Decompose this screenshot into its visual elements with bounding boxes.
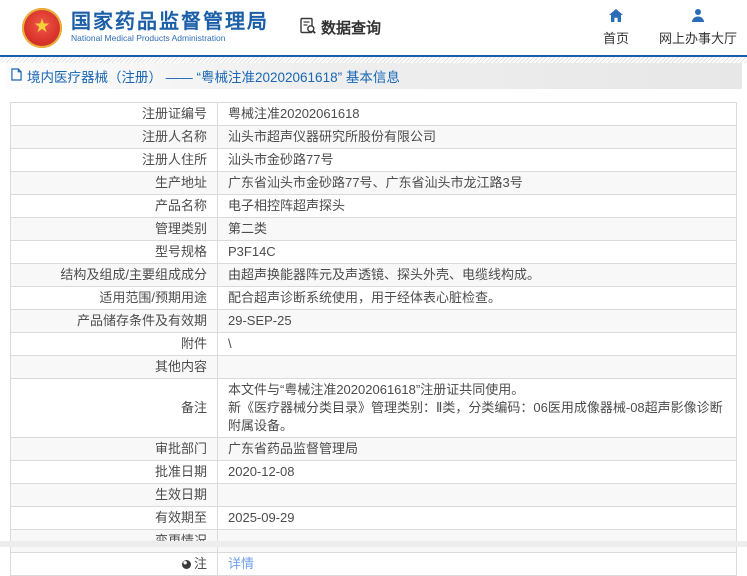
row-label: 注册人住所 (11, 149, 218, 172)
row-label: 注册人名称 (11, 126, 218, 149)
row-label: 产品名称 (11, 195, 218, 218)
row-value: 配合超声诊断系统使用，用于经体表心脏检查。 (218, 287, 737, 310)
row-value (218, 356, 737, 379)
row-label: 适用范围/预期用途 (11, 287, 218, 310)
table-row: 审批部门广东省药品监督管理局 (11, 438, 737, 461)
row-label: 注册证编号 (11, 103, 218, 126)
table-row: 批准日期2020-12-08 (11, 461, 737, 484)
row-value: 详情 (218, 553, 737, 576)
data-query-button[interactable]: 数据查询 (299, 17, 381, 39)
table-row: 备注本文件与“粤械注准20202061618”注册证共同使用。 新《医疗器械分类… (11, 379, 737, 438)
row-label: 附件 (11, 333, 218, 356)
doc-search-icon (299, 17, 317, 39)
row-value: 广东省药品监督管理局 (218, 438, 737, 461)
table-row: 型号规格P3F14C (11, 241, 737, 264)
nmpa-logo: ★ (22, 8, 62, 48)
row-label: 产品储存条件及有效期 (11, 310, 218, 333)
table-row: 生产地址广东省汕头市金砂路77号、广东省汕头市龙江路3号 (11, 172, 737, 195)
row-value: 29-SEP-25 (218, 310, 737, 333)
detail-link[interactable]: 详情 (228, 556, 254, 571)
row-value: 汕头市超声仪器研究所股份有限公司 (218, 126, 737, 149)
table-row: 注详情 (11, 553, 737, 576)
row-label: 有效期至 (11, 507, 218, 530)
row-label: 管理类别 (11, 218, 218, 241)
row-value (218, 484, 737, 507)
table-row: 注册证编号粤械注准20202061618 (11, 103, 737, 126)
table-row: 其他内容 (11, 356, 737, 379)
note-dot-icon (182, 560, 191, 569)
info-table: 注册证编号粤械注准20202061618注册人名称汕头市超声仪器研究所股份有限公… (10, 102, 737, 576)
table-row: 注册人住所汕头市金砂路77号 (11, 149, 737, 172)
table-row: 适用范围/预期用途配合超声诊断系统使用，用于经体表心脏检查。 (11, 287, 737, 310)
data-query-label: 数据查询 (321, 17, 381, 38)
page-title-bar: 境内医疗器械（注册） —— “粤械注准20202061618” 基本信息 (5, 63, 742, 89)
row-value: P3F14C (218, 241, 737, 264)
page-footer-strip (0, 541, 747, 547)
table-row: 管理类别第二类 (11, 218, 737, 241)
table-row: 有效期至2025-09-29 (11, 507, 737, 530)
row-value: 2025-09-29 (218, 507, 737, 530)
row-value: 汕头市金砂路77号 (218, 149, 737, 172)
row-label: 型号规格 (11, 241, 218, 264)
row-value: 粤械注准20202061618 (218, 103, 737, 126)
header: ★ 国家药品监督管理局 National Medical Products Ad… (0, 0, 747, 57)
row-value: 电子相控阵超声探头 (218, 195, 737, 218)
table-row: 注册人名称汕头市超声仪器研究所股份有限公司 (11, 126, 737, 149)
row-label: 结构及组成/主要组成成分 (11, 264, 218, 287)
row-value: 广东省汕头市金砂路77号、广东省汕头市龙江路3号 (218, 172, 737, 195)
home-icon (608, 8, 624, 26)
nav-services-label: 网上办事大厅 (659, 28, 737, 47)
info-table-body: 注册证编号粤械注准20202061618注册人名称汕头市超声仪器研究所股份有限公… (11, 103, 737, 576)
row-label: 注 (11, 553, 218, 576)
org-name-en: National Medical Products Administration (71, 33, 269, 44)
table-row: 产品名称电子相控阵超声探头 (11, 195, 737, 218)
document-icon (11, 68, 22, 84)
nav-home-label: 首页 (603, 28, 629, 47)
nav-services[interactable]: 网上办事大厅 (659, 8, 737, 47)
row-label: 生产地址 (11, 172, 218, 195)
emblem-star-icon: ★ (33, 17, 50, 36)
table-row: 附件\ (11, 333, 737, 356)
top-nav: 首页 网上办事大厅 (603, 8, 747, 47)
table-row: 产品储存条件及有效期29-SEP-25 (11, 310, 737, 333)
table-row: 结构及组成/主要组成成分由超声换能器阵元及声透镜、探头外壳、电缆线构成。 (11, 264, 737, 287)
row-value: \ (218, 333, 737, 356)
person-icon (690, 8, 706, 26)
row-label: 备注 (11, 379, 218, 438)
nav-home[interactable]: 首页 (603, 8, 629, 47)
brand: 国家药品监督管理局 National Medical Products Admi… (71, 11, 269, 44)
row-value: 由超声换能器阵元及声透镜、探头外壳、电缆线构成。 (218, 264, 737, 287)
row-label: 批准日期 (11, 461, 218, 484)
row-label: 审批部门 (11, 438, 218, 461)
row-label: 生效日期 (11, 484, 218, 507)
row-value: 2020-12-08 (218, 461, 737, 484)
table-row: 生效日期 (11, 484, 737, 507)
row-label: 其他内容 (11, 356, 218, 379)
page-title: 境内医疗器械（注册） —— “粤械注准20202061618” 基本信息 (27, 66, 400, 86)
row-value: 本文件与“粤械注准20202061618”注册证共同使用。 新《医疗器械分类目录… (218, 379, 737, 438)
row-value: 第二类 (218, 218, 737, 241)
org-name-cn: 国家药品监督管理局 (71, 11, 269, 33)
info-table-wrap: 注册证编号粤械注准20202061618注册人名称汕头市超声仪器研究所股份有限公… (10, 102, 737, 576)
